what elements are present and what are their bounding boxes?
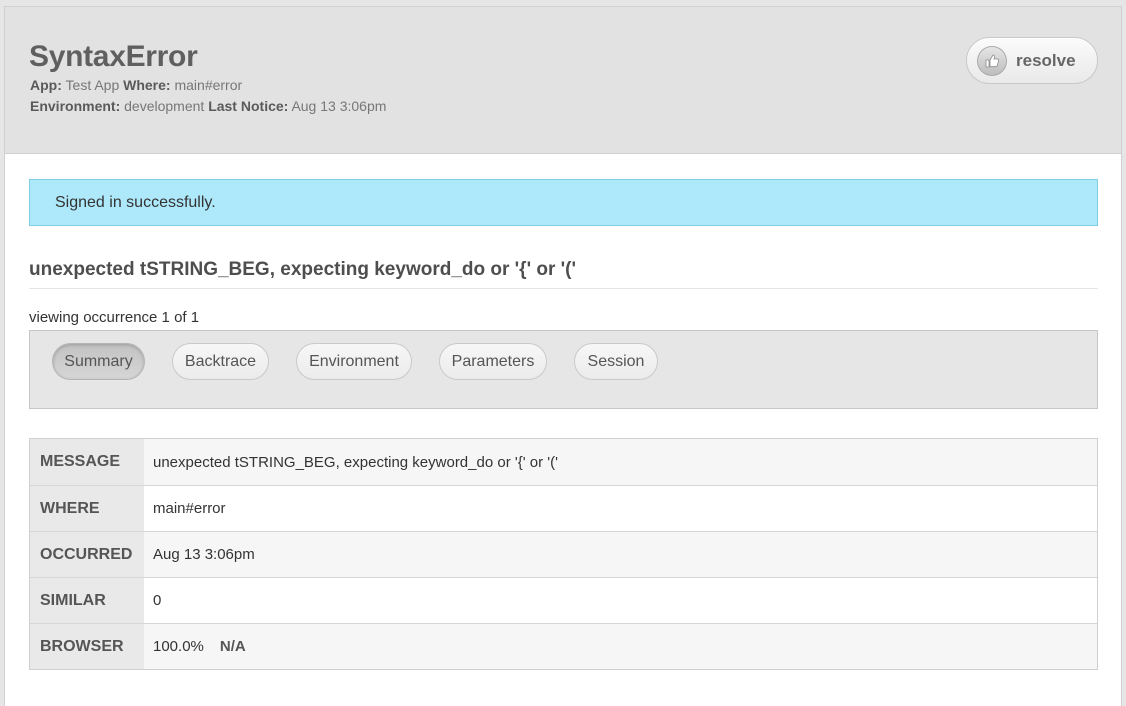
table-row-where: WHERE main#error: [30, 485, 1097, 531]
row-value: unexpected tSTRING_BEG, expecting keywor…: [144, 439, 1097, 485]
browser-percent: 100.0%: [153, 638, 204, 655]
environment-value: development: [124, 98, 205, 114]
row-label: BROWSER: [30, 624, 144, 669]
row-value: 0: [144, 578, 1097, 623]
row-label: MESSAGE: [30, 439, 144, 485]
browser-name: N/A: [219, 638, 246, 655]
problem-header: SyntaxError App: Test App Where: main#er…: [5, 7, 1121, 154]
meta-line-environment: Environment: development Last Notice: Au…: [30, 98, 386, 114]
tab-backtrace[interactable]: Backtrace: [172, 343, 269, 380]
summary-table: MESSAGE unexpected tSTRING_BEG, expectin…: [29, 438, 1098, 670]
row-value: 100.0% N/A: [144, 624, 1097, 669]
occurrence-indicator: viewing occurrence 1 of 1: [29, 309, 200, 326]
page: SyntaxError App: Test App Where: main#er…: [4, 6, 1122, 706]
last-notice-label: Last Notice:: [208, 98, 289, 114]
row-label: SIMILAR: [30, 578, 144, 623]
tab-bar: Summary Backtrace Environment Parameters…: [29, 330, 1098, 409]
environment-label: Environment:: [30, 98, 121, 114]
tab-summary[interactable]: Summary: [52, 343, 145, 380]
row-value: main#error: [144, 486, 1097, 531]
table-row-browser: BROWSER 100.0% N/A: [30, 623, 1097, 669]
tab-session[interactable]: Session: [574, 343, 658, 380]
app-value: Test App: [65, 77, 120, 93]
resolve-button[interactable]: resolve: [966, 37, 1098, 84]
row-value: Aug 13 3:06pm: [144, 532, 1097, 577]
where-value: main#error: [174, 77, 243, 93]
table-row-similar: SIMILAR 0: [30, 577, 1097, 623]
table-row-occurred: OCCURRED Aug 13 3:06pm: [30, 531, 1097, 577]
resolve-label: resolve: [1016, 50, 1076, 70]
thumbs-up-icon: [977, 45, 1007, 76]
tab-environment[interactable]: Environment: [296, 343, 412, 380]
last-notice-value: Aug 13 3:06pm: [291, 98, 387, 114]
app-label: App:: [30, 77, 62, 93]
tab-parameters[interactable]: Parameters: [439, 343, 547, 380]
meta-line-app: App: Test App Where: main#error: [30, 77, 242, 93]
flash-notice: Signed in successfully.: [29, 179, 1098, 226]
table-row-message: MESSAGE unexpected tSTRING_BEG, expectin…: [30, 439, 1097, 485]
row-label: OCCURRED: [30, 532, 144, 577]
where-label: Where:: [123, 77, 171, 93]
row-label: WHERE: [30, 486, 144, 531]
error-message-heading: unexpected tSTRING_BEG, expecting keywor…: [29, 259, 1098, 289]
page-title: SyntaxError: [29, 40, 198, 73]
